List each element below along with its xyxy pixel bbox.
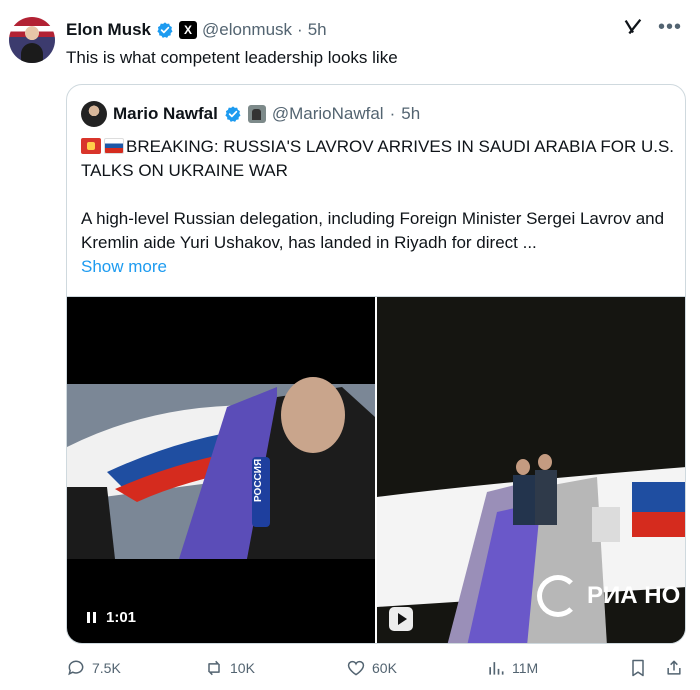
ria-logo-icon bbox=[537, 575, 579, 617]
repost-button[interactable]: 10K bbox=[204, 658, 255, 678]
tweet-toolbar: ••• bbox=[622, 16, 682, 38]
video-thumbnail[interactable]: РОССИЯ 1:01 bbox=[67, 297, 375, 643]
views-count: 11M bbox=[512, 660, 539, 676]
bookmark-icon bbox=[632, 659, 644, 677]
separator-dot: · bbox=[297, 20, 303, 39]
quoted-body-text: A high-level Russian delegation, includi… bbox=[81, 209, 665, 252]
like-button[interactable]: 60K bbox=[346, 658, 397, 678]
tweet-time[interactable]: 5h bbox=[308, 19, 327, 41]
play-icon[interactable] bbox=[389, 607, 413, 631]
ria-watermark: РИА НО bbox=[537, 575, 680, 617]
pause-icon[interactable] bbox=[87, 612, 96, 623]
video-controls[interactable]: 1:01 bbox=[87, 609, 136, 626]
heart-icon bbox=[347, 660, 365, 676]
verified-badge-icon bbox=[225, 106, 241, 122]
video-duration: 1:01 bbox=[106, 609, 137, 626]
author-name[interactable]: Elon Musk bbox=[66, 19, 151, 41]
reply-button[interactable]: 7.5K bbox=[66, 658, 121, 678]
quoted-tweet-body: BREAKING: RUSSIA'S LAVROV ARRIVES IN SAU… bbox=[81, 135, 681, 279]
show-more-link[interactable]: Show more bbox=[81, 255, 681, 279]
quoted-tweet[interactable]: Mario Nawfal @MarioNawfal · 5h BREAKING:… bbox=[66, 84, 686, 644]
quoted-headline: BREAKING: RUSSIA'S LAVROV ARRIVES IN SAU… bbox=[81, 137, 675, 180]
quoted-author-avatar[interactable] bbox=[81, 101, 107, 127]
quoted-tweet-header: Mario Nawfal @MarioNawfal · 5h bbox=[81, 101, 420, 127]
like-count: 60K bbox=[372, 660, 397, 676]
reply-count: 7.5K bbox=[92, 660, 121, 676]
author-avatar[interactable] bbox=[9, 17, 55, 63]
more-options-icon[interactable]: ••• bbox=[658, 17, 682, 37]
grok-icon[interactable] bbox=[622, 16, 644, 38]
repost-count: 10K bbox=[230, 660, 255, 676]
alarm-emoji-icon bbox=[81, 138, 101, 154]
quoted-author-handle[interactable]: @MarioNawfal bbox=[272, 103, 384, 125]
author-handle[interactable]: @elonmusk bbox=[202, 19, 292, 41]
repost-icon bbox=[208, 660, 220, 676]
russia-flag-icon bbox=[104, 138, 124, 154]
engagement-bar: 7.5K 10K 60K 11M bbox=[66, 658, 688, 682]
affiliation-badge-icon bbox=[247, 105, 266, 123]
views-button[interactable]: 11M bbox=[486, 658, 538, 678]
video-frame: РОССИЯ bbox=[67, 377, 375, 559]
verified-badge-icon bbox=[157, 22, 173, 38]
news-mic-label: РОССИЯ bbox=[253, 459, 264, 502]
separator-dot: · bbox=[389, 104, 396, 123]
quoted-tweet-time[interactable]: 5h bbox=[401, 103, 420, 125]
share-button[interactable] bbox=[664, 658, 684, 678]
tweet-header: Elon Musk X @elonmusk · 5h bbox=[66, 19, 327, 41]
bookmark-button[interactable] bbox=[628, 658, 648, 678]
share-icon bbox=[667, 660, 681, 675]
views-chart-icon bbox=[489, 662, 504, 675]
image-thumbnail[interactable]: РИА НО bbox=[377, 297, 685, 643]
reply-icon bbox=[68, 660, 84, 676]
tweet-text: This is what competent leadership looks … bbox=[66, 48, 398, 67]
x-affiliation-icon: X bbox=[179, 21, 198, 39]
media-grid: РОССИЯ 1:01 РИА НО bbox=[67, 296, 685, 643]
quoted-author-name[interactable]: Mario Nawfal bbox=[113, 103, 218, 125]
emoji-flags bbox=[81, 138, 124, 154]
